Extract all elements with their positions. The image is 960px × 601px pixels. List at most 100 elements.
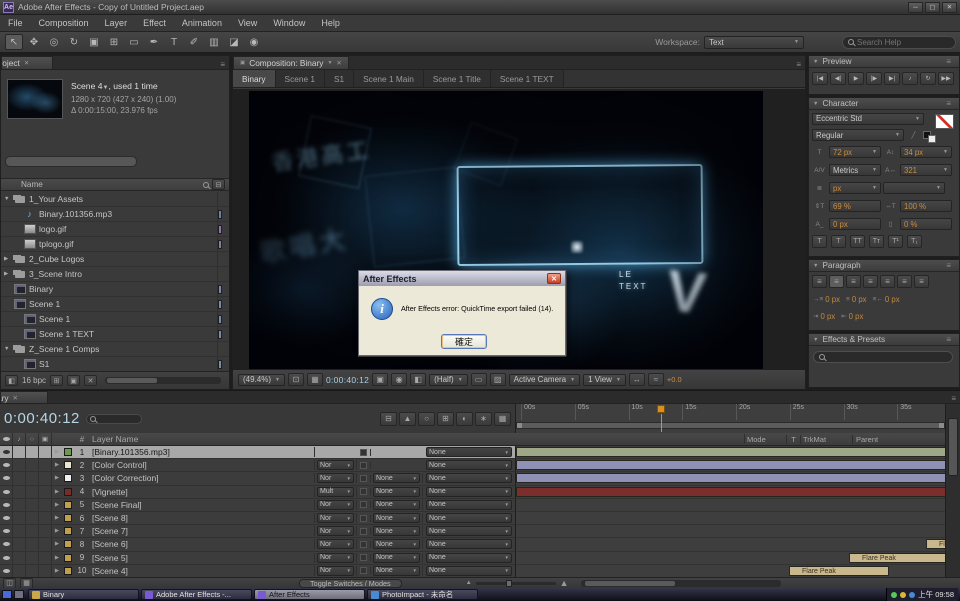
project-item[interactable]: Scene 1 [1, 297, 229, 312]
lock-column-icon[interactable]: ▣ [39, 433, 52, 445]
trkmat-column-header[interactable]: TrkMat [801, 435, 853, 444]
solo-toggle[interactable] [26, 499, 39, 511]
label-color-chip[interactable] [218, 330, 222, 339]
label-color-chip[interactable] [218, 210, 222, 219]
layer-row[interactable]: ▶ 6 [Scene 8] Nor▼ None▼ None▼ [0, 512, 945, 525]
menu-item[interactable]: Effect [135, 18, 174, 28]
eye-toggle[interactable] [0, 525, 13, 537]
prev-frame-button[interactable]: ◀| [830, 72, 846, 85]
timeline-zoom-slider[interactable] [476, 582, 556, 585]
layer-name[interactable]: [Vignette] [90, 487, 315, 497]
interpret-footage-icon[interactable]: ◧ [5, 375, 18, 386]
layer-track[interactable]: Flare Peak [515, 538, 945, 551]
justify-last-left-button[interactable]: ≡ [863, 275, 878, 288]
show-snapshot-icon[interactable]: ◉ [391, 373, 407, 386]
timeline-search-field[interactable] [86, 414, 142, 424]
solo-toggle[interactable] [26, 552, 39, 564]
layer-name[interactable]: [Scene 8] [90, 513, 315, 523]
hand-tool-icon[interactable]: ✥ [25, 34, 43, 50]
layer-duration-bar[interactable] [516, 487, 945, 497]
indent-right-field[interactable]: ≡←0 px [873, 295, 900, 304]
lock-toggle[interactable] [39, 538, 52, 550]
project-item[interactable]: S1 [1, 357, 229, 372]
space-after-field[interactable]: ⇤0 px [841, 312, 863, 321]
layer-row[interactable]: ▶ 10 [Scene 4] Nor▼ None▼ None▼ Flare Pe… [0, 565, 945, 577]
solo-toggle[interactable] [26, 446, 39, 458]
layer-track[interactable] [515, 472, 945, 485]
switch-toggle[interactable] [360, 475, 367, 482]
solo-toggle[interactable] [26, 565, 39, 577]
panel-menu-icon[interactable]: ≡ [951, 394, 956, 403]
solo-toggle[interactable] [26, 459, 39, 471]
menu-item[interactable]: Composition [31, 18, 97, 28]
draft-3d-icon[interactable]: ▲ [399, 412, 416, 426]
layer-name[interactable]: [Color Correction] [90, 473, 315, 483]
selection-tool-icon[interactable]: ↖ [5, 34, 23, 50]
twirl-icon[interactable]: ▶ [52, 555, 62, 561]
number-column-header[interactable]: # [74, 435, 90, 444]
twirl-icon[interactable]: ▶ [52, 489, 62, 495]
comp-tab[interactable]: Scene 1 Title [424, 70, 491, 87]
clone-stamp-tool-icon[interactable]: ▥ [205, 34, 223, 50]
taskbar-item-ae-project[interactable]: Adobe After Effects -... [141, 589, 252, 600]
solo-toggle[interactable] [26, 512, 39, 524]
current-time-indicator[interactable] [657, 405, 665, 413]
help-search-input[interactable] [857, 38, 941, 47]
workspace-dropdown[interactable]: Text ▼ [704, 36, 804, 49]
effects-panel-header[interactable]: ▼ Effects & Presets ≡ [809, 334, 959, 346]
region-of-interest-icon[interactable]: ▭ [471, 373, 487, 386]
tab-project[interactable]: Project ✕ [1, 56, 53, 69]
superscript-button[interactable]: T¹ [888, 235, 903, 248]
menu-item[interactable]: Help [313, 18, 348, 28]
eye-toggle[interactable] [0, 512, 13, 524]
lock-toggle[interactable] [39, 499, 52, 511]
last-frame-button[interactable]: ▶| [884, 72, 900, 85]
label-color-chip[interactable] [218, 225, 222, 234]
twirl-icon[interactable]: ▼ [4, 346, 13, 352]
pen-tool-icon[interactable]: ✒ [145, 34, 163, 50]
taskbar-item-photoimpact[interactable]: PhotoImpact - 未命名 [367, 589, 478, 600]
project-item[interactable]: Binary [1, 282, 229, 297]
trkmat-dropdown[interactable]: None▼ [373, 539, 420, 549]
layer-color-chip[interactable] [64, 448, 72, 456]
audio-toggle[interactable] [13, 525, 26, 537]
layer-track[interactable] [515, 512, 945, 525]
graph-icon[interactable]: ▦ [20, 578, 33, 589]
switch-toggle[interactable] [360, 515, 367, 522]
layer-color-chip[interactable] [64, 567, 72, 575]
bit-depth-label[interactable]: 16 bpc [22, 376, 46, 385]
layer-track[interactable]: Flare Peak [515, 565, 945, 577]
layer-color-chip[interactable] [64, 554, 72, 562]
panel-menu-icon[interactable]: ≡ [946, 99, 951, 108]
preview-panel-header[interactable]: ▼ Preview ≡ [809, 56, 959, 68]
audio-toggle-button[interactable]: ♪ [902, 72, 918, 85]
comp-tab[interactable]: Binary [233, 70, 276, 87]
parent-dropdown[interactable]: None▼ [426, 447, 512, 457]
comp-tab[interactable]: S1 [325, 70, 354, 87]
blend-mode-dropdown[interactable]: Nor▼ [317, 460, 354, 470]
ram-preview-button[interactable]: ▶▶ [938, 72, 954, 85]
space-before-field[interactable]: ⇥0 px [813, 312, 835, 321]
blend-mode-dropdown[interactable]: Nor▼ [317, 566, 354, 576]
align-center-button[interactable]: ≡ [829, 275, 844, 288]
name-column-header[interactable]: Name [21, 180, 43, 189]
switch-toggle[interactable] [360, 462, 367, 469]
maximize-button[interactable]: ▢ [925, 2, 940, 13]
twirl-icon[interactable]: ▶ [4, 271, 13, 277]
parent-dropdown[interactable]: None▼ [426, 500, 512, 510]
pan-behind-tool-icon[interactable]: ⊞ [105, 34, 123, 50]
indent-left-field[interactable]: →≡0 px [813, 295, 840, 304]
graph-editor-icon[interactable]: ▦ [494, 412, 511, 426]
layer-name[interactable]: [Binary.101356.mp3] [90, 447, 315, 457]
taskbar-item-ae-dialog[interactable]: After Effects [254, 589, 365, 600]
layer-track[interactable]: Flare Peak [515, 552, 945, 565]
layer-color-chip[interactable] [64, 488, 72, 496]
panel-menu-icon[interactable]: ≡ [946, 57, 951, 66]
small-caps-button[interactable]: Tᴛ [869, 235, 884, 248]
eyedropper-icon[interactable]: ╱ [906, 131, 921, 139]
safe-areas-icon[interactable]: ⊡ [288, 373, 304, 386]
stroke-style-dropdown[interactable]: ▼ [883, 182, 945, 194]
close-icon[interactable]: ✕ [24, 59, 29, 67]
layer-duration-bar[interactable]: Flare Peak [926, 539, 945, 549]
lock-toggle[interactable] [39, 565, 52, 577]
